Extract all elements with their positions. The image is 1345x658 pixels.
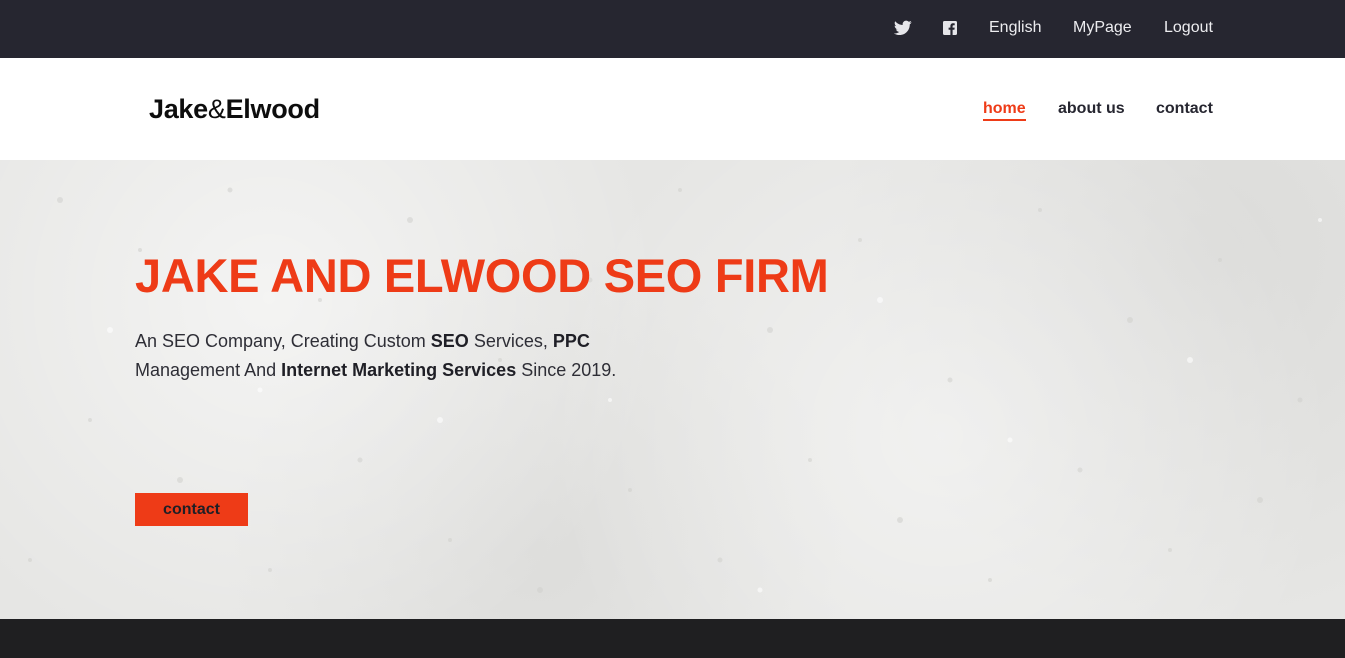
language-link[interactable]: English [989,19,1041,37]
tagline-text: Since 2019. [516,360,617,380]
nav-contact[interactable]: contact [1156,100,1213,118]
site-logo[interactable]: Jake&Elwood [149,94,320,125]
footer-bar [0,619,1345,658]
twitter-icon[interactable] [893,20,912,36]
tagline-bold-ppc: PPC [552,331,590,351]
nav-about-us[interactable]: about us [1058,100,1125,118]
logo-word-left: Jake [149,94,208,124]
hero-section: JAKE AND ELWOOD SEO FIRM An SEO Company,… [0,160,1345,619]
logout-link[interactable]: Logout [1164,19,1213,37]
tagline-bold-internet-marketing: Internet Marketing Services [281,360,517,380]
contact-button[interactable]: contact [135,493,248,526]
wall-texture-background [28,187,1322,593]
tagline-text: Management And [135,360,282,380]
site-header: Jake&Elwood home about us contact [0,58,1345,160]
tagline-bold-seo: SEO [430,331,469,351]
top-bar: English MyPage Logout [0,0,1345,58]
logo-ampersand: & [207,94,226,124]
logo-word-right: Elwood [225,94,321,124]
nav-home[interactable]: home [983,100,1026,121]
facebook-icon[interactable] [943,21,957,35]
hero-tagline: An SEO Company, Creating Custom SEO Serv… [135,327,635,385]
tagline-text: An SEO Company, Creating Custom [135,331,431,351]
hero-title: JAKE AND ELWOOD SEO FIRM [135,249,829,302]
tagline-text: Services, [468,331,553,351]
mypage-link[interactable]: MyPage [1073,19,1132,37]
